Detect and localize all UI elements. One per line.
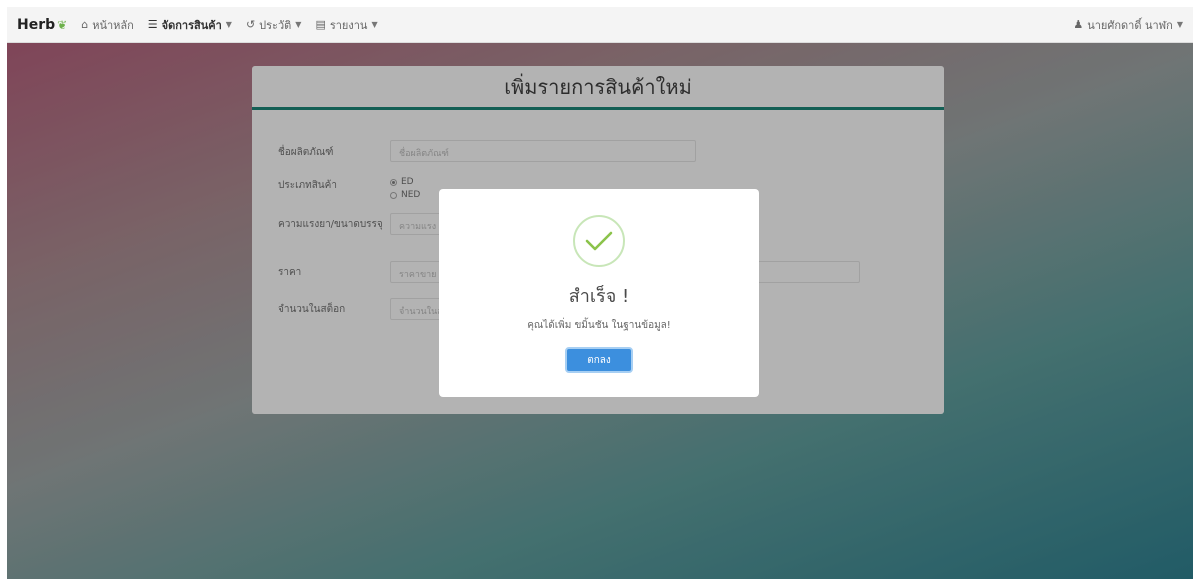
- brand-logo[interactable]: Herb ❦: [17, 17, 67, 33]
- success-check-icon: [573, 215, 625, 267]
- leaf-icon: ❦: [57, 17, 68, 32]
- modal-message: คุณได้เพิ่ม ขมิ้นชัน ในฐานข้อมูล!: [527, 320, 671, 331]
- chevron-down-icon: ▼: [295, 20, 302, 29]
- ok-button[interactable]: ตกลง: [565, 347, 633, 373]
- user-menu[interactable]: ♟ นายศักดาดิ์ นาฬก ▼: [1073, 16, 1183, 34]
- brand-name: Herb: [17, 16, 56, 33]
- chevron-down-icon: ▼: [225, 20, 232, 29]
- history-icon: ↺: [245, 18, 256, 31]
- nav-home[interactable]: ⌂ หน้าหลัก: [81, 16, 134, 34]
- user-name: นายศักดาดิ์ นาฬก: [1087, 18, 1173, 32]
- nav-report-label: รายงาน: [329, 18, 368, 32]
- nav-history[interactable]: ↺ ประวัติ ▼: [246, 16, 302, 34]
- nav-home-label: หน้าหลัก: [92, 18, 134, 32]
- nav-manage-products[interactable]: ☰ จัดการสินค้า ▼: [148, 16, 232, 34]
- modal-title: สำเร็จ !: [568, 286, 630, 307]
- chevron-down-icon: ▼: [371, 20, 378, 29]
- success-modal: สำเร็จ ! คุณได้เพิ่ม ขมิ้นชัน ในฐานข้อมู…: [439, 189, 759, 397]
- nav-manage-label: จัดการสินค้า: [161, 18, 222, 32]
- top-navbar: Herb ❦ ⌂ หน้าหลัก ☰ จัดการสินค้า ▼ ↺ ประ…: [7, 7, 1193, 43]
- chevron-down-icon: ▼: [1176, 20, 1183, 29]
- user-icon: ♟: [1073, 18, 1084, 31]
- nav-report[interactable]: ▤ รายงาน ▼: [315, 16, 377, 34]
- list-icon: ☰: [147, 18, 158, 31]
- home-icon: ⌂: [81, 18, 89, 31]
- report-icon: ▤: [315, 18, 326, 31]
- nav-history-label: ประวัติ: [259, 18, 292, 32]
